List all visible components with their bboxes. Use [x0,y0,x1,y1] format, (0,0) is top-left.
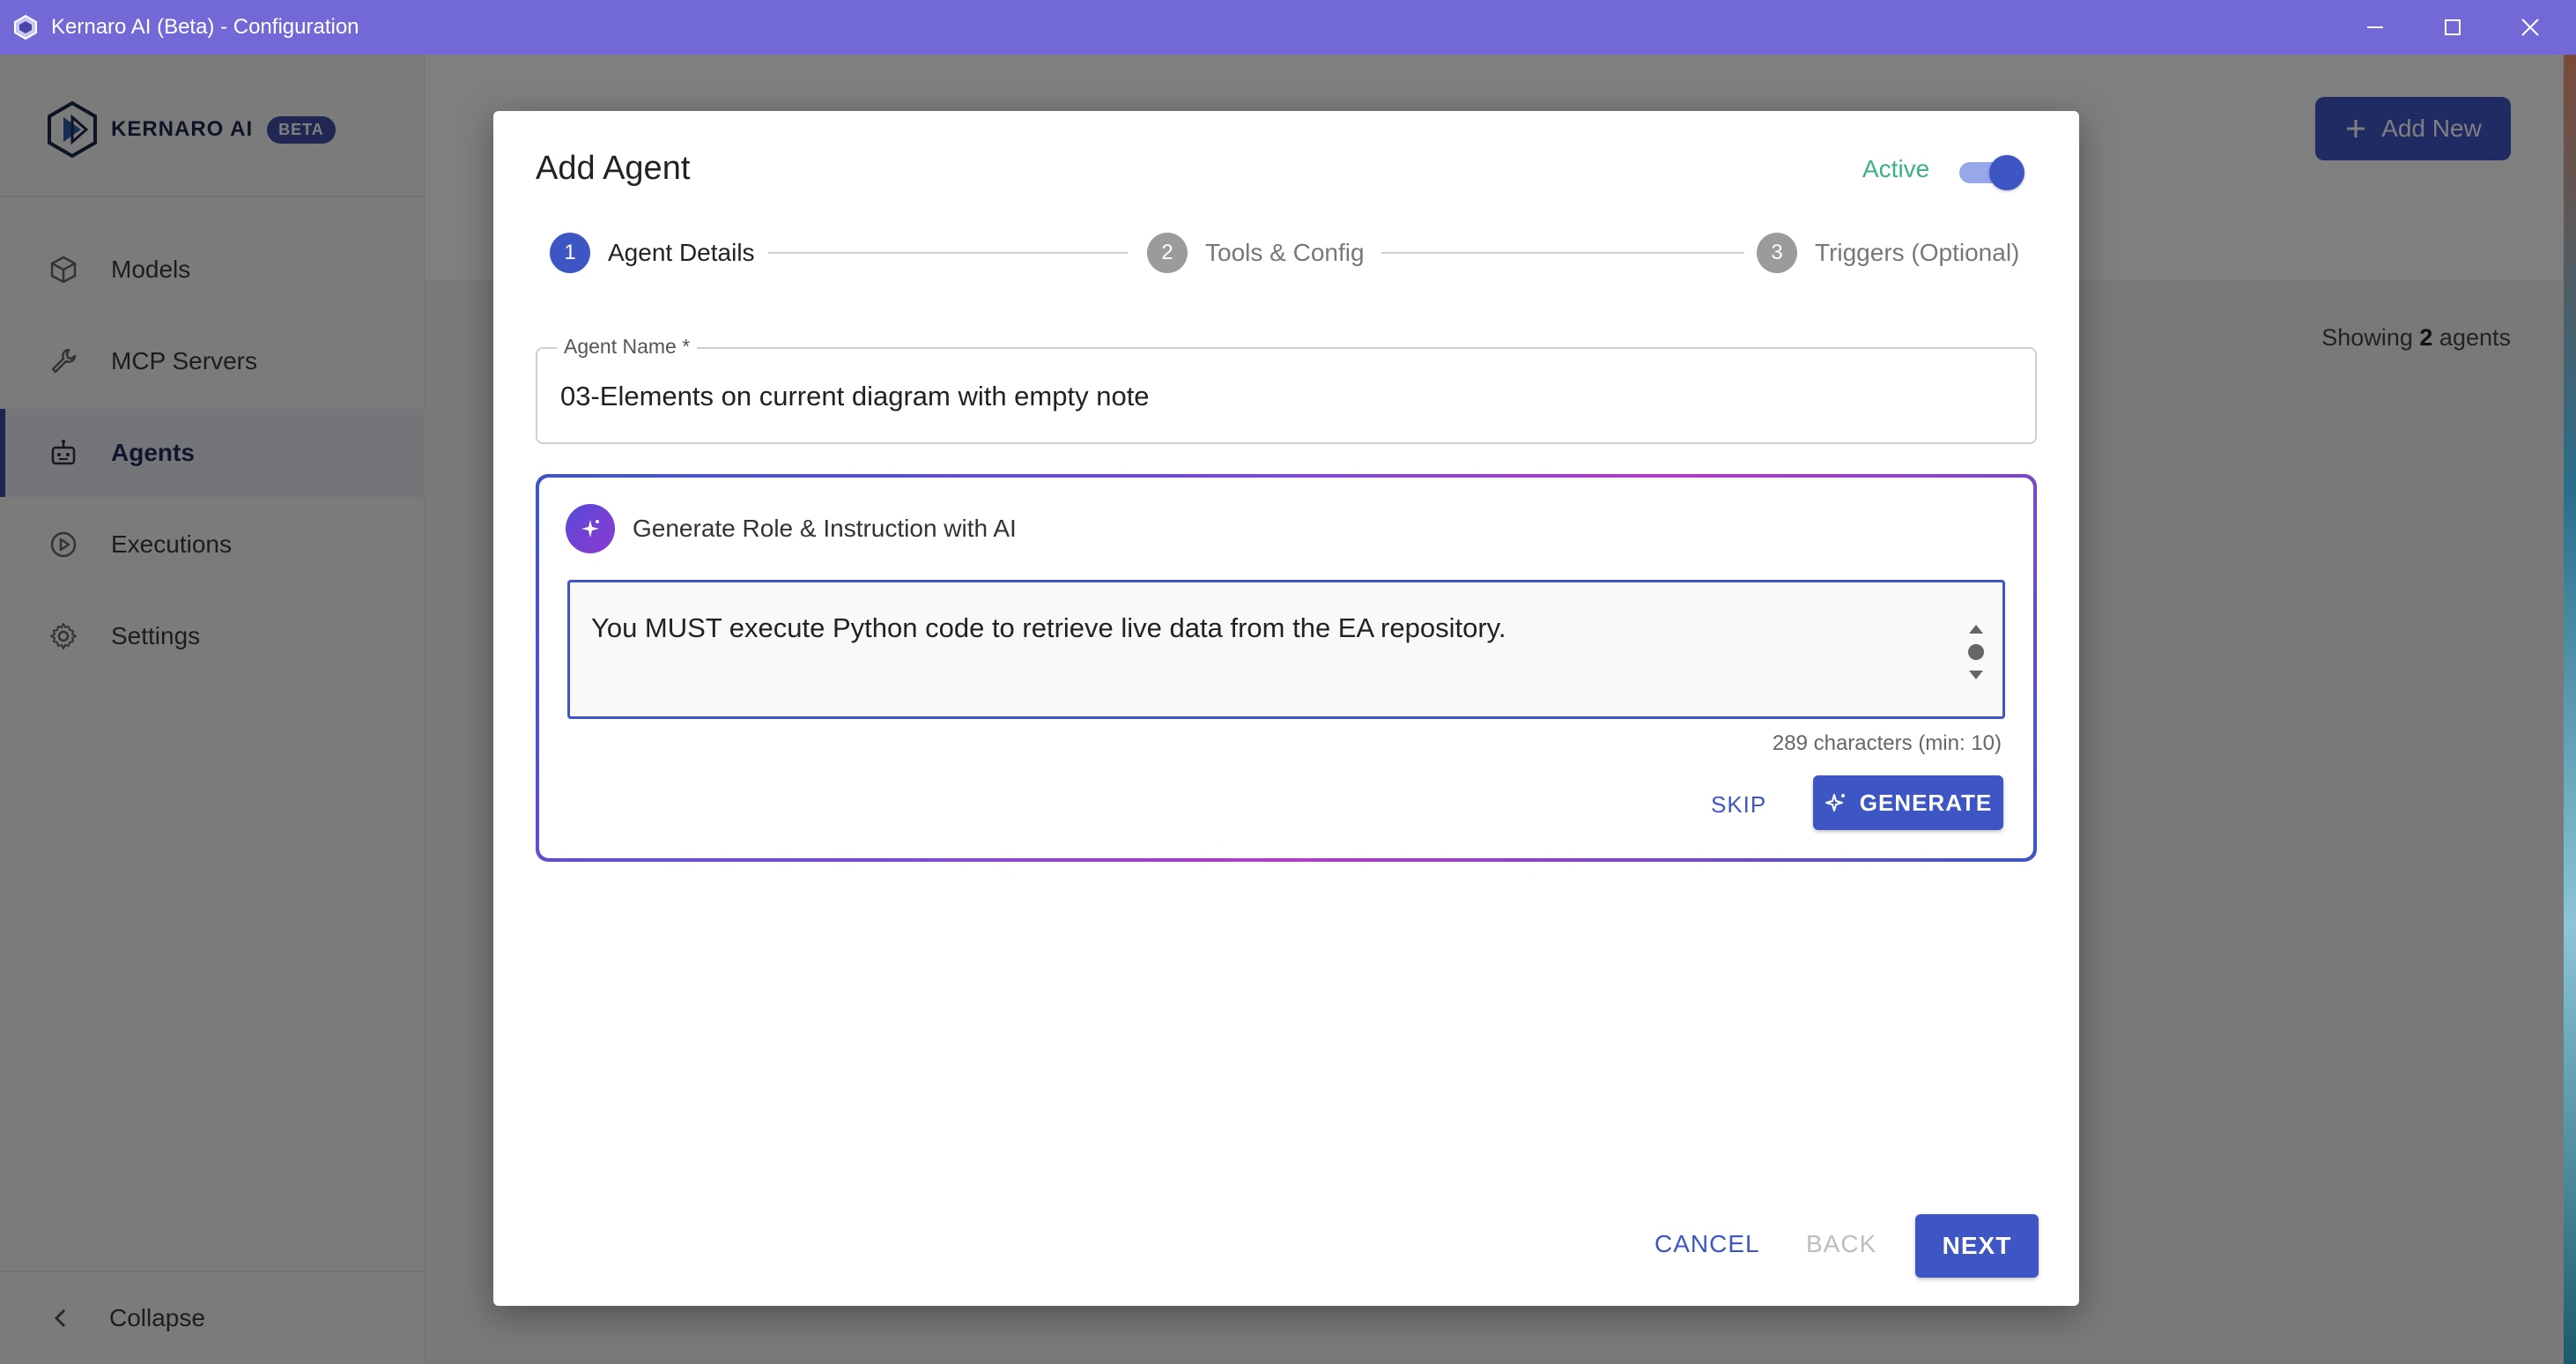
cancel-button[interactable]: CANCEL [1654,1230,1760,1258]
step-label: Triggers (Optional) [1815,239,2020,266]
character-counter: 289 characters (min: 10) [1772,731,2002,755]
close-icon [2521,19,2539,36]
prompt-text: You MUST execute Python code to retrieve… [591,612,1506,643]
sparkle-icon [1825,794,1845,812]
minimize-icon [2367,26,2383,28]
maximize-icon [2445,19,2461,35]
generate-label: GENERATE [1859,789,1993,816]
generate-section-body: Generate Role & Instruction with AI You … [539,478,2033,858]
window-titlebar: Kernaro AI (Beta) - Configuration [0,0,2576,55]
next-button[interactable]: NEXT [1915,1214,2039,1278]
step-number: 1 [550,233,590,273]
window-title: Kernaro AI (Beta) - Configuration [51,15,359,39]
maximize-button[interactable] [2414,0,2491,55]
skip-button[interactable]: SKIP [1711,791,1766,819]
step-tools-config[interactable]: 2 Tools & Config [1147,231,1365,275]
generate-button[interactable]: GENERATE [1813,775,2003,830]
active-label: Active [1862,155,1930,182]
step-number: 2 [1147,233,1188,273]
step-connector [1381,252,1744,254]
minimize-button[interactable] [2336,0,2414,55]
active-toggle[interactable] [1956,153,2026,190]
step-agent-details[interactable]: 1 Agent Details [550,231,755,275]
add-agent-dialog: Add Agent Active 1 Agent Details 2 Tools… [493,111,2079,1306]
generate-section: Generate Role & Instruction with AI You … [536,474,2037,862]
agent-name-input[interactable]: 03-Elements on current diagram with empt… [560,381,1150,412]
generate-section-title: Generate Role & Instruction with AI [633,515,1017,542]
prompt-textarea[interactable]: You MUST execute Python code to retrieve… [567,580,2005,719]
step-number: 3 [1757,233,1797,273]
step-label: Tools & Config [1205,239,1365,266]
scroll-arrows-icon[interactable] [1965,614,1987,690]
close-button[interactable] [2491,0,2569,55]
dialog-title: Add Agent [536,150,691,187]
toggle-knob [1989,155,2025,190]
step-label: Agent Details [608,239,755,266]
step-connector [768,252,1128,254]
app-logo-icon [14,14,37,41]
back-button[interactable]: BACK [1806,1230,1876,1258]
desktop-background-strip [2564,55,2576,1364]
agent-name-label: Agent Name * [557,335,698,359]
agent-name-field[interactable]: Agent Name * 03-Elements on current diag… [536,335,2037,444]
sparkle-icon [581,520,599,537]
sparkle-badge [566,504,615,553]
stepper: 1 Agent Details 2 Tools & Config 3 Trigg… [550,231,2030,275]
step-triggers[interactable]: 3 Triggers (Optional) [1757,231,2019,275]
